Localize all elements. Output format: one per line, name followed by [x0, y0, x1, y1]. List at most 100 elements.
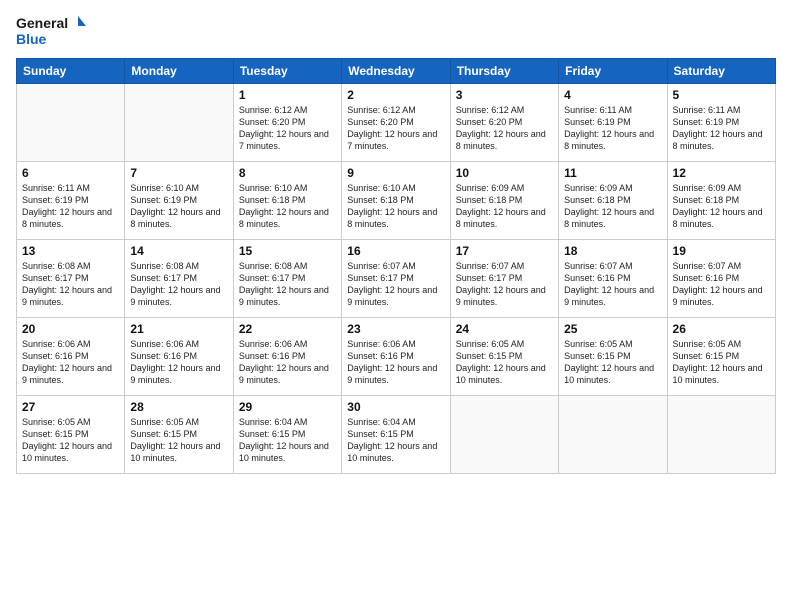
calendar-header-monday: Monday	[125, 59, 233, 84]
day-info: Sunrise: 6:09 AM Sunset: 6:18 PM Dayligh…	[673, 182, 770, 231]
day-number: 9	[347, 166, 444, 180]
day-info: Sunrise: 6:05 AM Sunset: 6:15 PM Dayligh…	[673, 338, 770, 387]
day-info: Sunrise: 6:10 AM Sunset: 6:19 PM Dayligh…	[130, 182, 227, 231]
day-info: Sunrise: 6:06 AM Sunset: 6:16 PM Dayligh…	[22, 338, 119, 387]
day-info: Sunrise: 6:08 AM Sunset: 6:17 PM Dayligh…	[239, 260, 336, 309]
calendar-cell: 26Sunrise: 6:05 AM Sunset: 6:15 PM Dayli…	[667, 318, 775, 396]
day-number: 20	[22, 322, 119, 336]
day-number: 27	[22, 400, 119, 414]
day-number: 8	[239, 166, 336, 180]
day-info: Sunrise: 6:07 AM Sunset: 6:17 PM Dayligh…	[456, 260, 553, 309]
day-info: Sunrise: 6:11 AM Sunset: 6:19 PM Dayligh…	[673, 104, 770, 153]
day-number: 13	[22, 244, 119, 258]
calendar-header-tuesday: Tuesday	[233, 59, 341, 84]
calendar-week-2: 6 Sunrise: 6:11 AM Sunset: 6:19 PM Daylig…	[17, 162, 776, 240]
day-number: 12	[673, 166, 770, 180]
day-number: 17	[456, 244, 553, 258]
calendar-cell: 29 Sunrise: 6:04 AM Sunset: 6:15 PM Dayli…	[233, 396, 341, 474]
calendar-cell	[559, 396, 667, 474]
day-number: 29	[239, 400, 336, 414]
day-number: 21	[130, 322, 227, 336]
day-info: Sunrise: 6:06 AM Sunset: 6:16 PM Dayligh…	[130, 338, 227, 387]
day-number: 3	[456, 88, 553, 102]
svg-text:Blue: Blue	[16, 31, 47, 47]
day-info: Sunrise: 6:09 AM Sunset: 6:18 PM Dayligh…	[456, 182, 553, 231]
calendar-cell: 25 Sunrise: 6:05 AM Sunset: 6:15 PM Dayli…	[559, 318, 667, 396]
day-number: 23	[347, 322, 444, 336]
day-info: Sunrise: 6:10 AM Sunset: 6:18 PM Dayligh…	[347, 182, 444, 231]
calendar-cell	[125, 84, 233, 162]
calendar-cell: 27 Sunrise: 6:05 AM Sunset: 6:15 PM Dayli…	[17, 396, 125, 474]
day-info: Sunrise: 6:04 AM Sunset: 6:15 PM Dayligh…	[347, 416, 444, 465]
calendar-cell: 20 Sunrise: 6:06 AM Sunset: 6:16 PM Dayli…	[17, 318, 125, 396]
calendar-week-5: 27 Sunrise: 6:05 AM Sunset: 6:15 PM Dayli…	[17, 396, 776, 474]
calendar-cell: 13 Sunrise: 6:08 AM Sunset: 6:17 PM Dayli…	[17, 240, 125, 318]
day-info: Sunrise: 6:05 AM Sunset: 6:15 PM Dayligh…	[130, 416, 227, 465]
day-info: Sunrise: 6:04 AM Sunset: 6:15 PM Dayligh…	[239, 416, 336, 465]
day-number: 19	[673, 244, 770, 258]
calendar-cell: 30 Sunrise: 6:04 AM Sunset: 6:15 PM Dayli…	[342, 396, 450, 474]
day-info: Sunrise: 6:12 AM Sunset: 6:20 PM Dayligh…	[239, 104, 336, 153]
day-info: Sunrise: 6:12 AM Sunset: 6:20 PM Dayligh…	[347, 104, 444, 153]
day-number: 22	[239, 322, 336, 336]
calendar-cell: 5 Sunrise: 6:11 AM Sunset: 6:19 PM Daylig…	[667, 84, 775, 162]
calendar-cell: 15 Sunrise: 6:08 AM Sunset: 6:17 PM Dayli…	[233, 240, 341, 318]
day-number: 1	[239, 88, 336, 102]
day-number: 6	[22, 166, 119, 180]
calendar-cell	[450, 396, 558, 474]
day-info: Sunrise: 6:05 AM Sunset: 6:15 PM Dayligh…	[22, 416, 119, 465]
day-number: 28	[130, 400, 227, 414]
calendar-cell: 3 Sunrise: 6:12 AM Sunset: 6:20 PM Daylig…	[450, 84, 558, 162]
calendar-cell: 21 Sunrise: 6:06 AM Sunset: 6:16 PM Dayli…	[125, 318, 233, 396]
page: General Blue SundayMondayTuesdayWednesda…	[0, 0, 792, 612]
day-info: Sunrise: 6:05 AM Sunset: 6:15 PM Dayligh…	[456, 338, 553, 387]
day-number: 15	[239, 244, 336, 258]
calendar-cell: 18 Sunrise: 6:07 AM Sunset: 6:16 PM Dayli…	[559, 240, 667, 318]
calendar-cell: 17 Sunrise: 6:07 AM Sunset: 6:17 PM Dayli…	[450, 240, 558, 318]
calendar-cell: 24 Sunrise: 6:05 AM Sunset: 6:15 PM Dayli…	[450, 318, 558, 396]
day-info: Sunrise: 6:08 AM Sunset: 6:17 PM Dayligh…	[22, 260, 119, 309]
day-number: 30	[347, 400, 444, 414]
day-number: 25	[564, 322, 661, 336]
day-number: 18	[564, 244, 661, 258]
day-number: 10	[456, 166, 553, 180]
calendar-header-sunday: Sunday	[17, 59, 125, 84]
day-number: 2	[347, 88, 444, 102]
calendar-week-4: 20 Sunrise: 6:06 AM Sunset: 6:16 PM Dayli…	[17, 318, 776, 396]
calendar-cell: 23Sunrise: 6:06 AM Sunset: 6:16 PM Dayli…	[342, 318, 450, 396]
header: General Blue	[16, 12, 776, 48]
calendar-cell: 16 Sunrise: 6:07 AM Sunset: 6:17 PM Dayli…	[342, 240, 450, 318]
day-info: Sunrise: 6:11 AM Sunset: 6:19 PM Dayligh…	[564, 104, 661, 153]
calendar-header-friday: Friday	[559, 59, 667, 84]
day-number: 14	[130, 244, 227, 258]
calendar-cell: 8 Sunrise: 6:10 AM Sunset: 6:18 PM Daylig…	[233, 162, 341, 240]
calendar-table: SundayMondayTuesdayWednesdayThursdayFrid…	[16, 58, 776, 474]
calendar-cell: 2 Sunrise: 6:12 AM Sunset: 6:20 PM Daylig…	[342, 84, 450, 162]
day-info: Sunrise: 6:07 AM Sunset: 6:17 PM Dayligh…	[347, 260, 444, 309]
day-number: 16	[347, 244, 444, 258]
calendar-header-saturday: Saturday	[667, 59, 775, 84]
calendar-header-wednesday: Wednesday	[342, 59, 450, 84]
day-number: 7	[130, 166, 227, 180]
calendar-cell: 4Sunrise: 6:11 AM Sunset: 6:19 PM Daylig…	[559, 84, 667, 162]
day-info: Sunrise: 6:08 AM Sunset: 6:17 PM Dayligh…	[130, 260, 227, 309]
calendar-cell: 10 Sunrise: 6:09 AM Sunset: 6:18 PM Dayli…	[450, 162, 558, 240]
calendar-cell	[667, 396, 775, 474]
logo-svg: General Blue	[16, 12, 86, 48]
calendar-week-3: 13 Sunrise: 6:08 AM Sunset: 6:17 PM Dayli…	[17, 240, 776, 318]
day-info: Sunrise: 6:07 AM Sunset: 6:16 PM Dayligh…	[673, 260, 770, 309]
calendar-cell: 6 Sunrise: 6:11 AM Sunset: 6:19 PM Daylig…	[17, 162, 125, 240]
day-number: 5	[673, 88, 770, 102]
calendar-cell: 12 Sunrise: 6:09 AM Sunset: 6:18 PM Dayli…	[667, 162, 775, 240]
day-info: Sunrise: 6:11 AM Sunset: 6:19 PM Dayligh…	[22, 182, 119, 231]
calendar-cell: 7 Sunrise: 6:10 AM Sunset: 6:19 PM Daylig…	[125, 162, 233, 240]
day-info: Sunrise: 6:07 AM Sunset: 6:16 PM Dayligh…	[564, 260, 661, 309]
day-number: 24	[456, 322, 553, 336]
day-info: Sunrise: 6:09 AM Sunset: 6:18 PM Dayligh…	[564, 182, 661, 231]
day-info: Sunrise: 6:05 AM Sunset: 6:15 PM Dayligh…	[564, 338, 661, 387]
logo: General Blue	[16, 12, 86, 48]
day-info: Sunrise: 6:10 AM Sunset: 6:18 PM Dayligh…	[239, 182, 336, 231]
day-info: Sunrise: 6:12 AM Sunset: 6:20 PM Dayligh…	[456, 104, 553, 153]
calendar-week-1: 1 Sunrise: 6:12 AM Sunset: 6:20 PM Daylig…	[17, 84, 776, 162]
svg-text:General: General	[16, 15, 68, 31]
